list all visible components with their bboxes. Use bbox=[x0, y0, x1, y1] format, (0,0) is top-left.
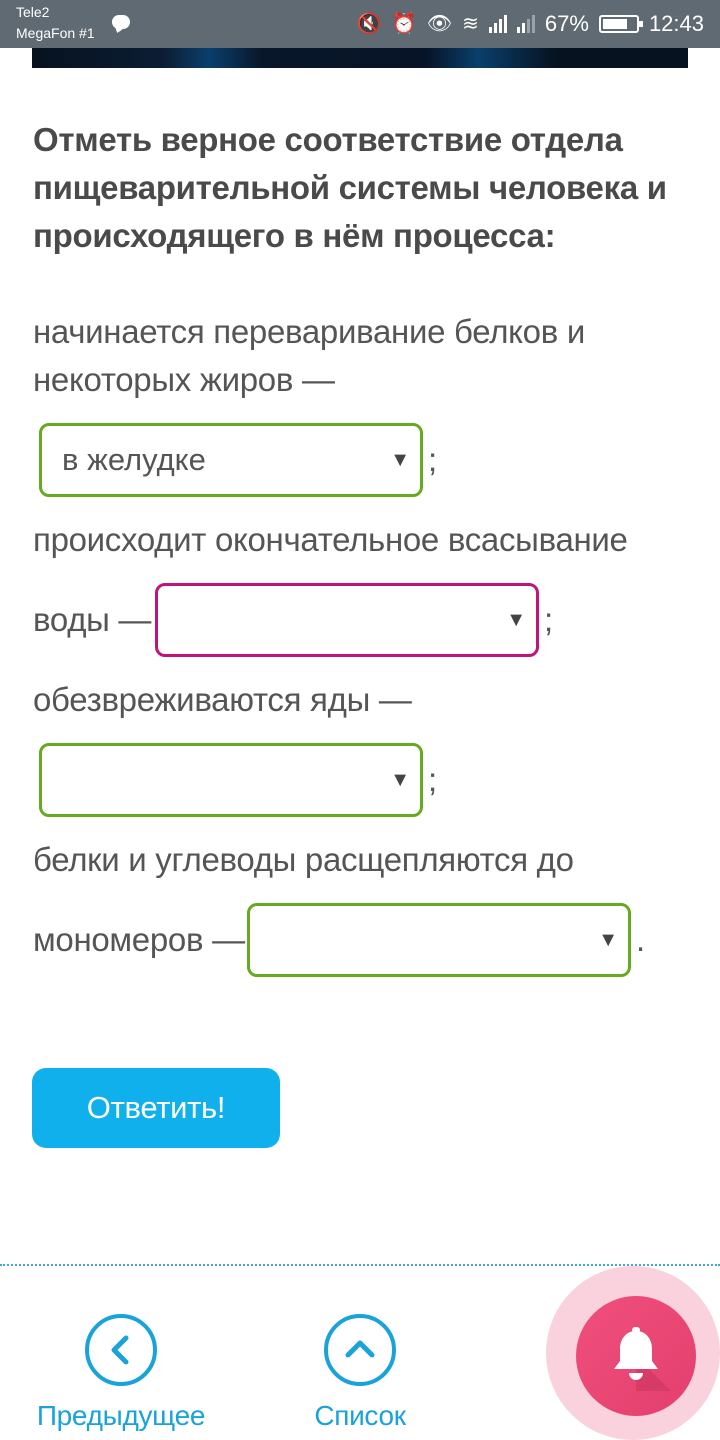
status-icons: 🔇 ⏰ 👁 ≋ 67% 12:43 bbox=[357, 0, 704, 48]
chevron-left-icon bbox=[85, 1314, 157, 1386]
battery-icon bbox=[598, 15, 643, 33]
item-2-select[interactable]: ▼ bbox=[155, 583, 539, 657]
item-3-punct: ; bbox=[428, 761, 438, 798]
item-1-text-line1: начинается переваривание белков и bbox=[33, 313, 585, 350]
item-4-text-line1: белки и углеводы расщепляются до bbox=[33, 841, 574, 878]
nav-previous[interactable]: Предыдущее bbox=[30, 1314, 212, 1432]
wifi-icon: ≋ bbox=[462, 13, 479, 35]
item-1-punct: ; bbox=[428, 441, 438, 478]
chevron-up-icon bbox=[324, 1314, 396, 1386]
message-icon bbox=[112, 15, 130, 29]
battery-percent: 67% bbox=[544, 11, 589, 36]
item-1-select-value: в желудке bbox=[62, 442, 206, 477]
dropdown-arrow-icon: ▼ bbox=[506, 609, 526, 631]
alarm-icon: ⏰ bbox=[391, 13, 417, 35]
item-1-select[interactable]: в желудке ▼ bbox=[39, 423, 423, 497]
carrier-name: Tele2 bbox=[16, 4, 50, 20]
item-2-punct: ; bbox=[544, 601, 554, 638]
bell-icon bbox=[614, 1327, 671, 1391]
item-3-select[interactable]: ▼ bbox=[39, 743, 423, 817]
dropdown-arrow-icon: ▼ bbox=[390, 769, 410, 791]
notification-button[interactable] bbox=[576, 1296, 696, 1416]
nav-list[interactable]: Список bbox=[290, 1314, 430, 1432]
clock: 12:43 bbox=[648, 11, 704, 36]
mute-icon: 🔇 bbox=[356, 13, 382, 35]
carrier-name-secondary: MegaFon #1 bbox=[16, 25, 95, 41]
nav-list-label: Список bbox=[314, 1400, 406, 1431]
answer-button[interactable]: Ответить! bbox=[32, 1068, 280, 1148]
nav-previous-label: Предыдущее bbox=[36, 1400, 206, 1431]
item-2-text-line2: воды — bbox=[33, 601, 152, 638]
dropdown-arrow-icon: ▼ bbox=[598, 929, 618, 951]
item-4-punct: . bbox=[636, 921, 646, 958]
item-1-text-line2: некоторых жиров — bbox=[33, 361, 335, 398]
item-2-text-line1: происходит окончательное всасывание bbox=[33, 521, 628, 558]
dropdown-arrow-icon: ▼ bbox=[390, 449, 410, 471]
signal-icon bbox=[488, 15, 507, 33]
item-3-text-line1: обезвреживаются яды — bbox=[33, 681, 412, 718]
eye-icon: 👁 bbox=[426, 13, 453, 35]
question-title: Отметь верное соответствие отдела пищева… bbox=[33, 121, 667, 254]
item-4-select[interactable]: ▼ bbox=[247, 903, 631, 977]
divider bbox=[0, 1264, 720, 1266]
status-bar: Tele2 MegaFon #1 🔇 ⏰ 👁 ≋ 67% 12:43 bbox=[0, 0, 720, 48]
header-image bbox=[32, 48, 688, 68]
signal-icon-secondary bbox=[516, 15, 535, 33]
item-4-text-line2: мономеров — bbox=[33, 921, 245, 958]
